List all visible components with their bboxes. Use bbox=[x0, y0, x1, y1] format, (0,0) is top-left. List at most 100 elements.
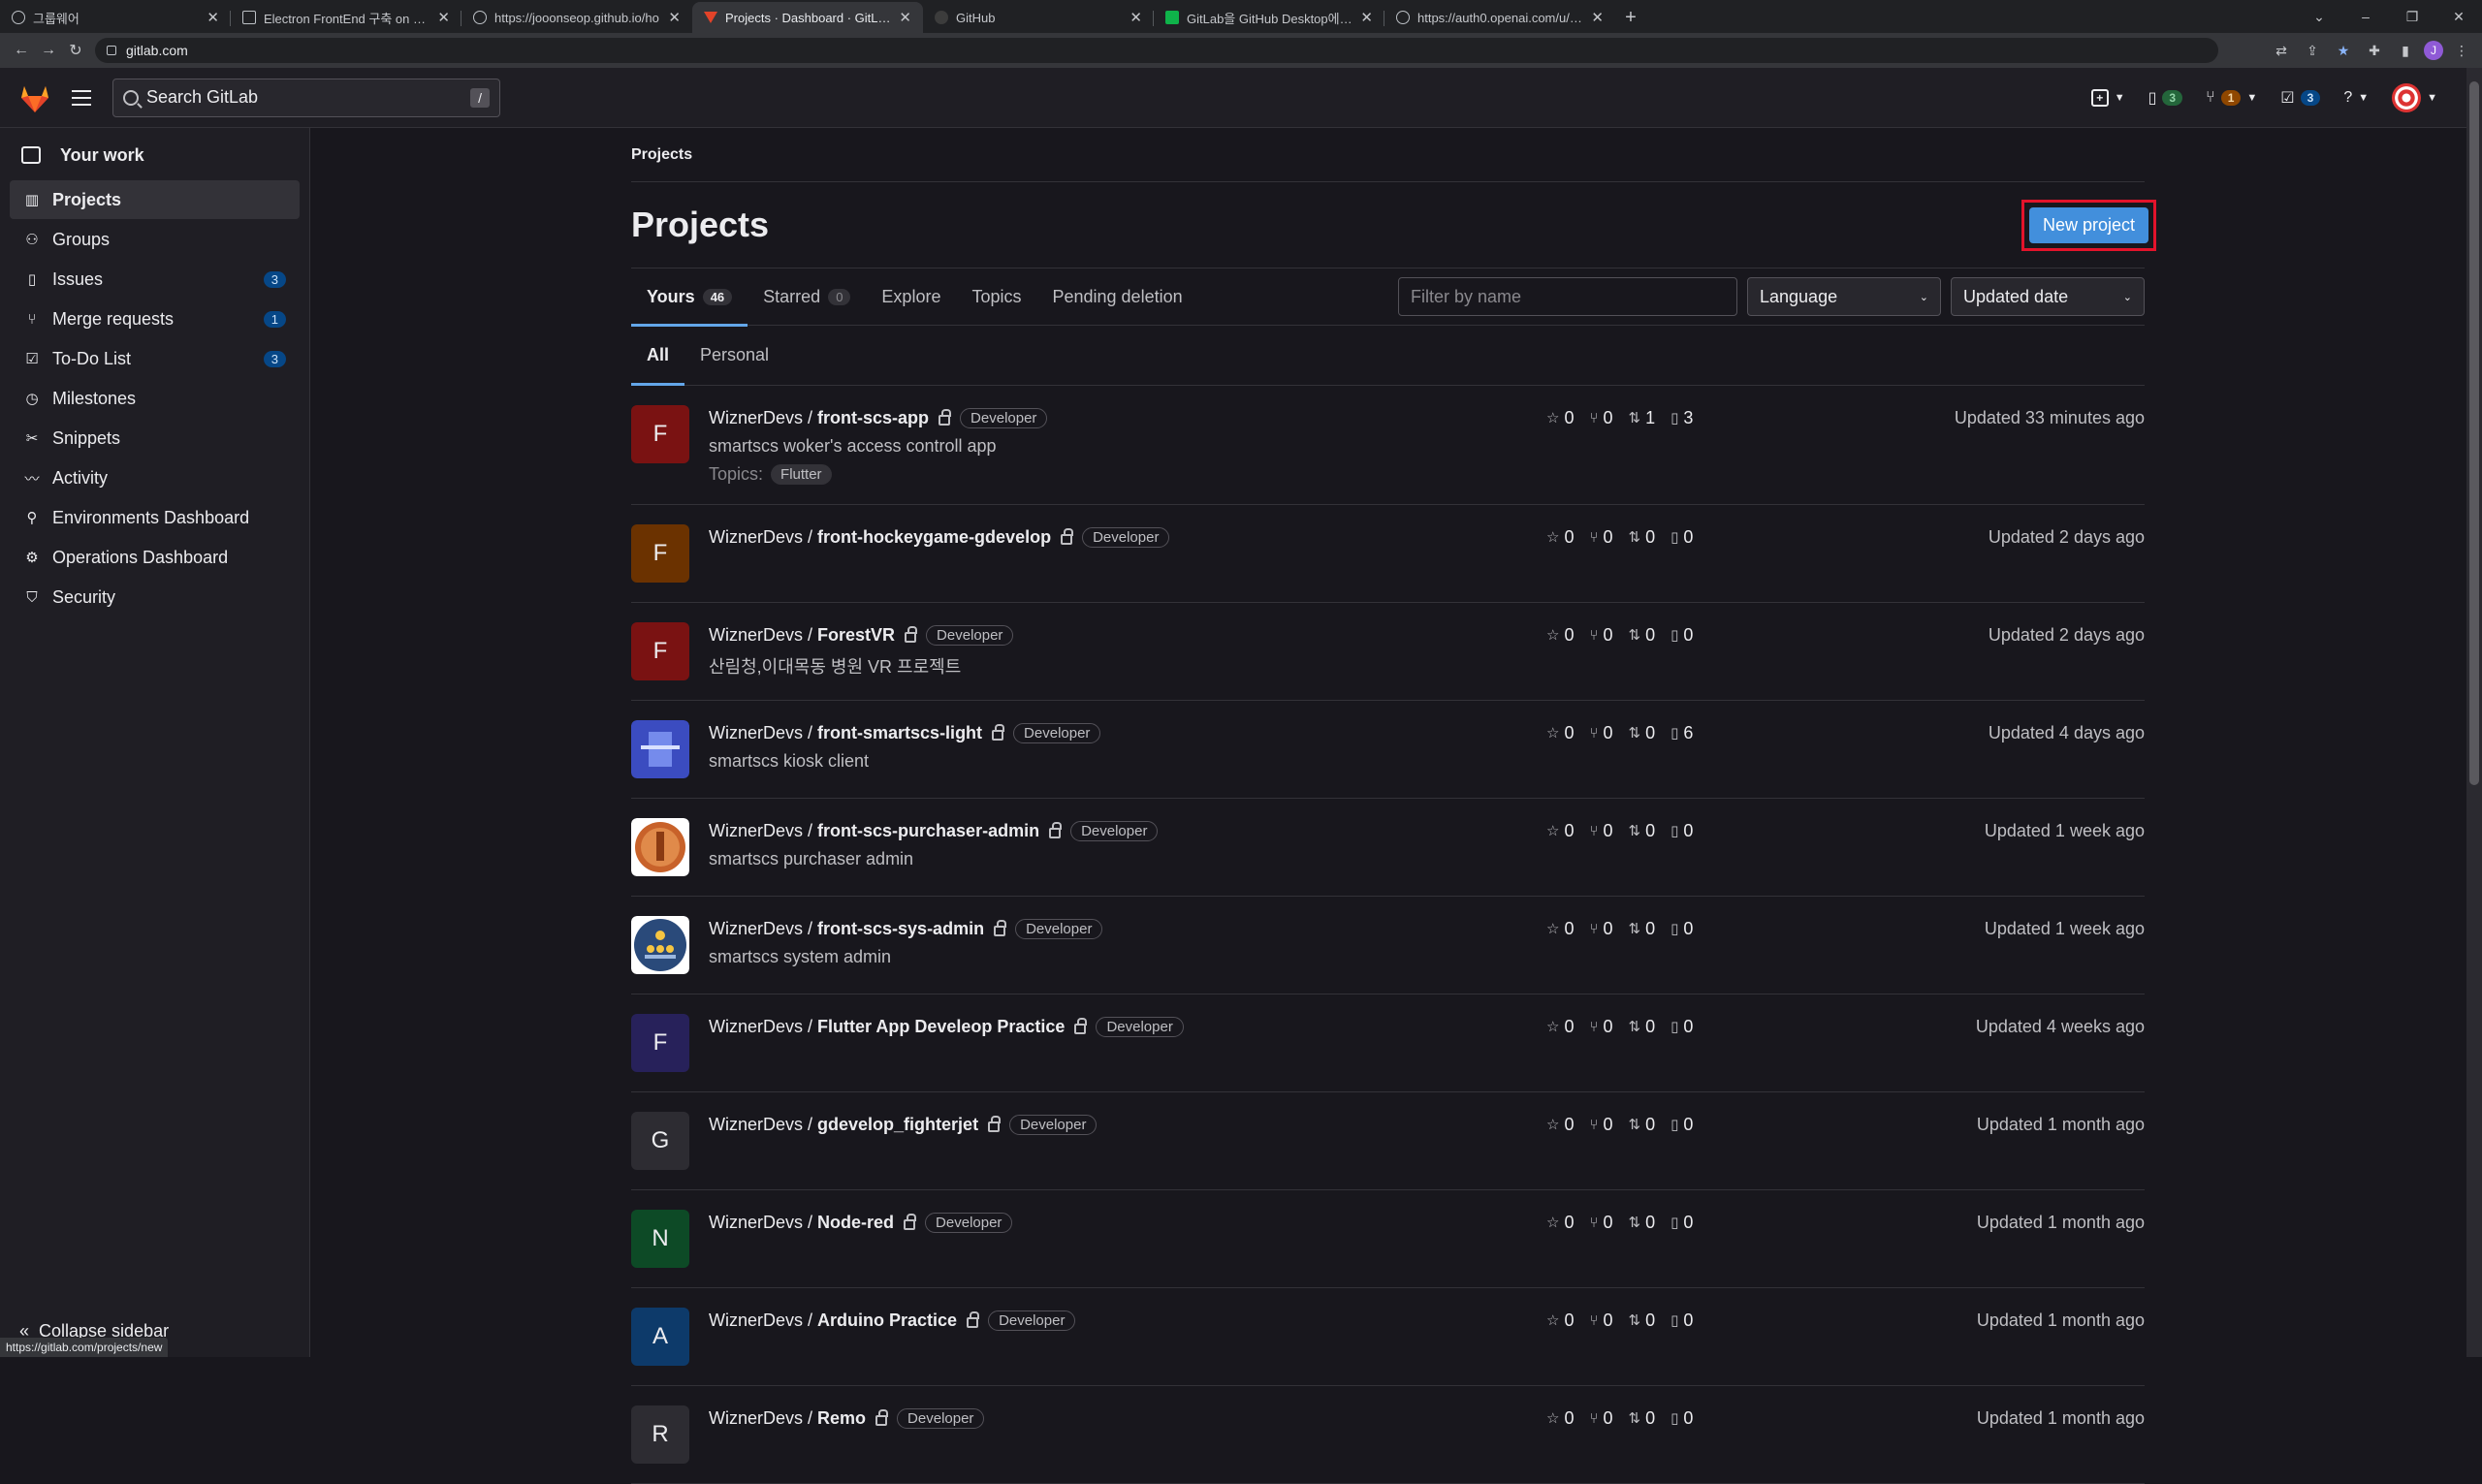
stars-count[interactable]: ☆0 bbox=[1546, 919, 1574, 939]
side-panel-icon[interactable]: ▮ bbox=[2393, 38, 2418, 63]
stars-count[interactable]: ☆0 bbox=[1546, 625, 1574, 646]
stars-count[interactable]: ☆0 bbox=[1546, 821, 1574, 841]
forks-count[interactable]: ⑂0 bbox=[1589, 723, 1612, 743]
project-row[interactable]: WiznerDevs / front-smartscs-light Develo… bbox=[631, 701, 2145, 799]
browser-tab[interactable]: https://auth0.openai.com/u/log✕ bbox=[1384, 2, 1615, 33]
stars-count[interactable]: ☆0 bbox=[1546, 408, 1574, 428]
forward-icon[interactable]: → bbox=[35, 37, 62, 64]
merge-requests-count[interactable]: ⇅0 bbox=[1629, 1310, 1656, 1331]
issues-count[interactable]: ▯0 bbox=[1671, 919, 1693, 939]
project-name-link[interactable]: WiznerDevs / front-scs-sys-admin bbox=[709, 919, 984, 939]
project-avatar[interactable] bbox=[631, 916, 689, 974]
project-row[interactable]: F WiznerDevs / ForestVR Developer 산림청,이대… bbox=[631, 603, 2145, 701]
filter-by-name-input[interactable] bbox=[1398, 277, 1737, 316]
project-name-link[interactable]: WiznerDevs / gdevelop_fighterjet bbox=[709, 1115, 978, 1135]
restore-icon[interactable]: ❐ bbox=[2389, 0, 2435, 33]
tab-starred[interactable]: Starred0 bbox=[748, 268, 866, 326]
sort-dropdown[interactable]: Updated date⌄ bbox=[1951, 277, 2145, 316]
issues-count[interactable]: ▯0 bbox=[1671, 1213, 1693, 1233]
project-name-link[interactable]: WiznerDevs / front-scs-purchaser-admin bbox=[709, 821, 1039, 841]
sidebar-item-snippets[interactable]: ✂Snippets bbox=[10, 419, 300, 458]
back-icon[interactable]: ← bbox=[8, 37, 35, 64]
project-name-link[interactable]: WiznerDevs / Node-red bbox=[709, 1213, 894, 1233]
translate-icon[interactable]: ⇄ bbox=[2269, 38, 2294, 63]
project-avatar[interactable]: N bbox=[631, 1210, 689, 1268]
merge-requests-count[interactable]: ⇅0 bbox=[1629, 919, 1656, 939]
project-name-link[interactable]: WiznerDevs / front-smartscs-light bbox=[709, 723, 982, 743]
sidebar-item-issues[interactable]: ▯Issues3 bbox=[10, 260, 300, 299]
project-name-link[interactable]: WiznerDevs / Flutter App Develeop Practi… bbox=[709, 1017, 1065, 1037]
bookmark-star-icon[interactable]: ★ bbox=[2331, 38, 2356, 63]
project-row[interactable]: WiznerDevs / front-scs-purchaser-admin D… bbox=[631, 799, 2145, 897]
issues-count[interactable]: ▯0 bbox=[1671, 1017, 1693, 1037]
forks-count[interactable]: ⑂0 bbox=[1589, 821, 1612, 841]
close-icon[interactable]: ✕ bbox=[207, 9, 219, 26]
project-row[interactable]: F WiznerDevs / Flutter App Develeop Prac… bbox=[631, 995, 2145, 1092]
issues-count[interactable]: ▯3 bbox=[1671, 408, 1693, 428]
sidebar-item-merge-requests[interactable]: ⑂Merge requests1 bbox=[10, 300, 300, 338]
tab-explore[interactable]: Explore bbox=[866, 268, 956, 326]
create-new-dropdown[interactable]: +▼ bbox=[2091, 89, 2125, 107]
todo-button[interactable]: ☑3 bbox=[2280, 88, 2320, 108]
close-icon[interactable]: ✕ bbox=[437, 9, 450, 26]
issues-count[interactable]: ▯0 bbox=[1671, 1115, 1693, 1135]
project-row[interactable]: G WiznerDevs / gdevelop_fighterjet Devel… bbox=[631, 1092, 2145, 1190]
project-row[interactable]: A WiznerDevs / Arduino Practice Develope… bbox=[631, 1288, 2145, 1386]
sidebar-item-projects[interactable]: ▥Projects bbox=[10, 180, 300, 219]
merge-requests-count[interactable]: ⇅0 bbox=[1629, 723, 1656, 743]
project-avatar[interactable] bbox=[631, 818, 689, 876]
sidebar-item-todo-list[interactable]: ☑To-Do List3 bbox=[10, 339, 300, 378]
project-name-link[interactable]: WiznerDevs / front-hockeygame-gdevelop bbox=[709, 527, 1051, 548]
profile-avatar[interactable]: J bbox=[2424, 41, 2443, 60]
merge-requests-count[interactable]: ⇅0 bbox=[1629, 625, 1656, 646]
merge-requests-count[interactable]: ⇅0 bbox=[1629, 1213, 1656, 1233]
new-project-button[interactable]: New project bbox=[2029, 207, 2148, 243]
project-avatar[interactable]: R bbox=[631, 1405, 689, 1464]
project-avatar[interactable]: G bbox=[631, 1112, 689, 1170]
new-tab-button[interactable]: + bbox=[1615, 2, 1646, 33]
sidebar-item-operations-dashboard[interactable]: ⚙Operations Dashboard bbox=[10, 538, 300, 577]
stars-count[interactable]: ☆0 bbox=[1546, 1310, 1574, 1331]
project-row[interactable]: F WiznerDevs / front-hockeygame-gdevelop… bbox=[631, 505, 2145, 603]
breadcrumb-item[interactable]: Projects bbox=[631, 146, 692, 164]
site-info-icon[interactable] bbox=[107, 46, 116, 55]
browser-tab[interactable]: https://jooonseop.github.io/ho✕ bbox=[461, 2, 692, 33]
url-field[interactable]: gitlab.com bbox=[95, 38, 2218, 63]
tab-topics[interactable]: Topics bbox=[956, 268, 1036, 326]
tab-yours[interactable]: Yours46 bbox=[631, 268, 748, 326]
merge-requests-dropdown[interactable]: ⑂1▼ bbox=[2206, 89, 2257, 107]
sidebar-item-security[interactable]: ⛉Security bbox=[10, 578, 300, 616]
tab-search-icon[interactable]: ⌄ bbox=[2296, 0, 2342, 33]
issues-count[interactable]: ▯0 bbox=[1671, 625, 1693, 646]
issues-count[interactable]: ▯0 bbox=[1671, 821, 1693, 841]
minimize-icon[interactable]: – bbox=[2342, 0, 2389, 33]
sidebar-item-milestones[interactable]: ◷Milestones bbox=[10, 379, 300, 418]
merge-requests-count[interactable]: ⇅0 bbox=[1629, 821, 1656, 841]
extensions-icon[interactable]: ✚ bbox=[2362, 38, 2387, 63]
browser-tab[interactable]: 그룹웨어✕ bbox=[0, 2, 231, 33]
project-name-link[interactable]: WiznerDevs / ForestVR bbox=[709, 625, 895, 646]
close-icon[interactable]: ✕ bbox=[1360, 9, 1373, 26]
issues-count[interactable]: ▯0 bbox=[1671, 527, 1693, 548]
project-avatar[interactable]: F bbox=[631, 405, 689, 463]
browser-tab[interactable]: Electron FrontEnd 구축 on 위즈✕ bbox=[231, 2, 461, 33]
project-avatar[interactable]: F bbox=[631, 622, 689, 680]
stars-count[interactable]: ☆0 bbox=[1546, 1408, 1574, 1429]
share-icon[interactable]: ⇪ bbox=[2300, 38, 2325, 63]
project-avatar[interactable]: F bbox=[631, 1014, 689, 1072]
merge-requests-count[interactable]: ⇅0 bbox=[1629, 1017, 1656, 1037]
project-row[interactable]: WiznerDevs / front-scs-sys-admin Develop… bbox=[631, 897, 2145, 995]
gitlab-logo-icon[interactable] bbox=[17, 80, 52, 115]
sidebar-item-activity[interactable]: 〰Activity bbox=[10, 458, 300, 497]
subtab-personal[interactable]: Personal bbox=[684, 326, 784, 385]
sidebar-context-header[interactable]: Your work bbox=[0, 132, 309, 178]
project-avatar[interactable] bbox=[631, 720, 689, 778]
project-row[interactable]: F WiznerDevs / front-scs-app Developer s… bbox=[631, 386, 2145, 505]
project-avatar[interactable]: A bbox=[631, 1308, 689, 1366]
project-name-link[interactable]: WiznerDevs / front-scs-app bbox=[709, 408, 929, 428]
sidebar-item-environments-dashboard[interactable]: ⚲Environments Dashboard bbox=[10, 498, 300, 537]
browser-tab[interactable]: GitHub✕ bbox=[923, 2, 1154, 33]
sidebar-item-groups[interactable]: ⚇Groups bbox=[10, 220, 300, 259]
close-icon[interactable]: ✕ bbox=[899, 9, 911, 26]
project-avatar[interactable]: F bbox=[631, 524, 689, 583]
